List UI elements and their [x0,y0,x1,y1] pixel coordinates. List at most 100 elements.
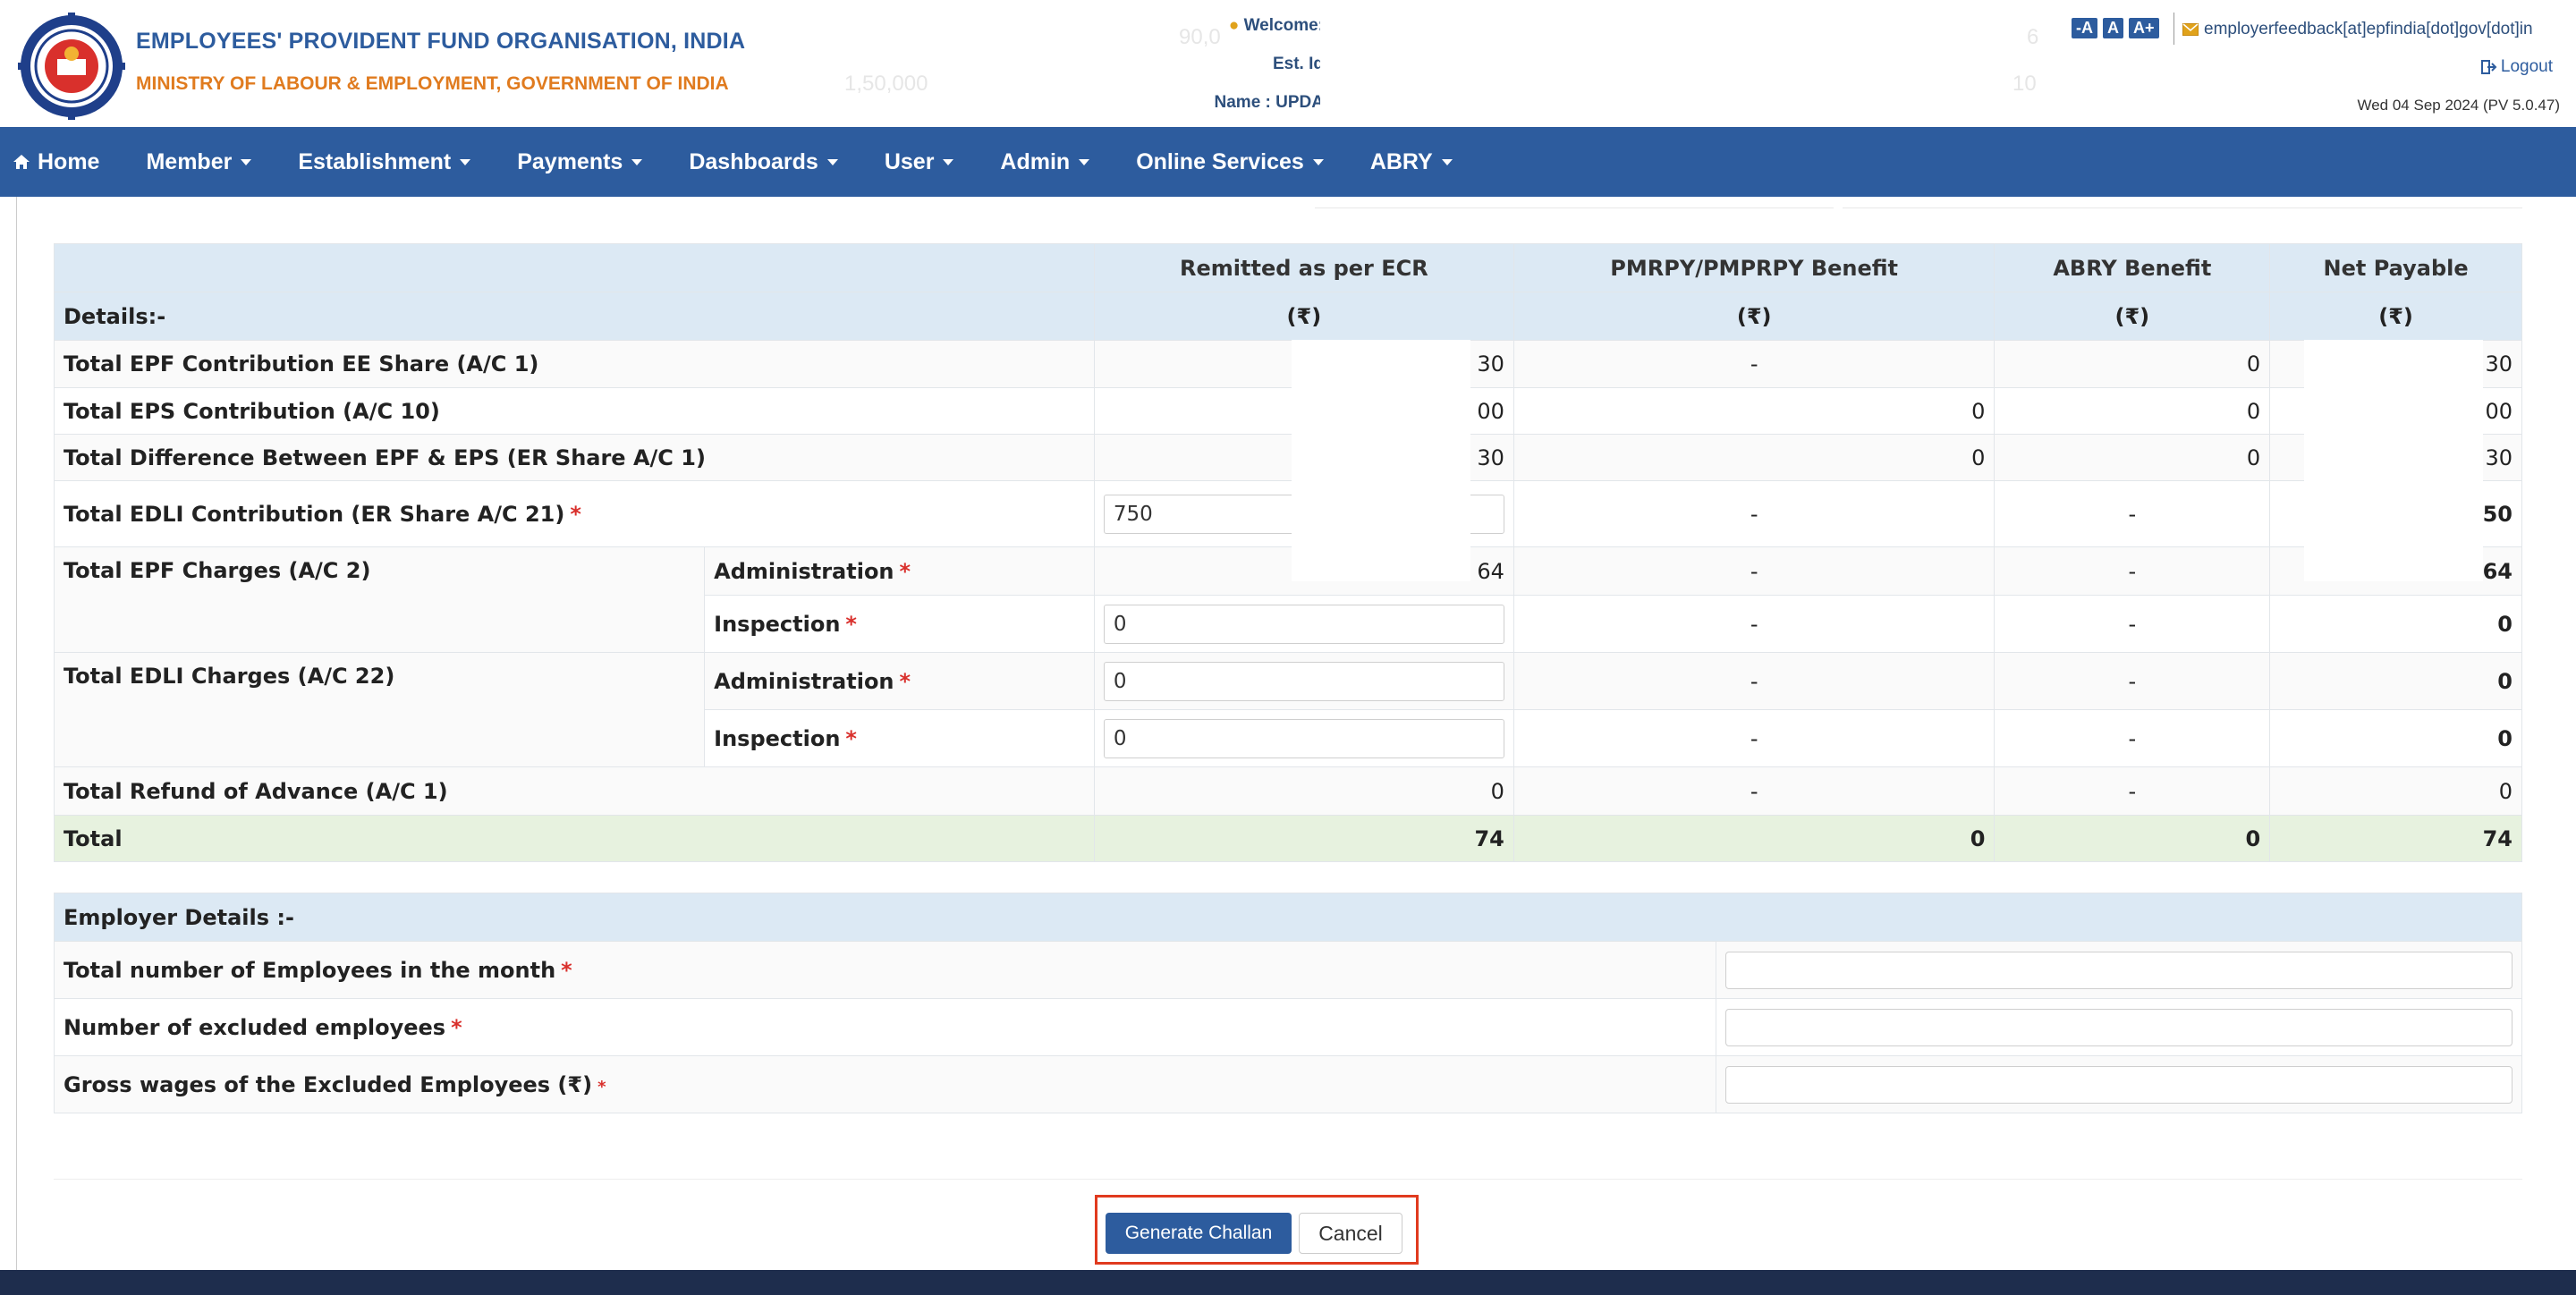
nav-label: Admin [1000,148,1071,174]
required-mark: * [597,1077,606,1096]
edli-admin-input[interactable] [1103,661,1504,701]
nav-payments[interactable]: Payments [517,149,643,175]
row-label: Total EDLI Contribution (ER Share A/C 21… [54,480,1095,547]
nav-label: Member [146,148,233,174]
table-row: Total number of Employees in the month * [54,941,2522,999]
ghost-value: 10 [2012,72,2037,96]
ministry-name: MINISTRY OF LABOUR & EMPLOYMENT, GOVERNM… [136,73,729,94]
nav-home-label: Home [38,148,100,174]
col-header-ecr: Remitted as per ECR [1093,243,1514,292]
pmrpy-value: 0 [1513,387,1996,435]
excluded-employees-input[interactable] [1725,1008,2512,1046]
table-row: Total EPF Charges (A/C 2) Administration… [53,546,2522,653]
caret-down-icon [1441,158,1453,165]
pmrpy-value: - [1513,652,1996,710]
font-decrease-button[interactable]: -A [2072,18,2097,38]
epf-inspection-input[interactable] [1103,604,1504,644]
field-input-cell [1716,941,2522,999]
epfo-logo [18,13,125,120]
net-value: 0 [2269,652,2522,710]
divider [54,1179,2522,1180]
font-normal-button[interactable]: A [2103,18,2123,38]
net-total: 74 [2269,815,2522,862]
site-header: EMPLOYEES' PROVIDENT FUND ORGANISATION, … [0,0,2576,127]
generate-challan-button[interactable]: Generate Challan [1106,1213,1292,1254]
home-icon [13,155,30,169]
required-mark: * [561,957,572,983]
table-row: Total EDLI Contribution (ER Share A/C 21… [54,480,2522,547]
font-increase-button[interactable]: A+ [2129,18,2159,38]
abry-value: - [1994,546,2271,596]
table-row: Total Difference Between EPF & EPS (ER S… [54,434,2522,481]
main-navbar: Home Member Establishment Payments Dashb… [0,127,2576,197]
divider [1315,207,1834,208]
field-label-text: Total number of Employees in the month [64,957,556,983]
field-label-text: Number of excluded employees [64,1014,446,1040]
nav-abry[interactable]: ABRY [1370,149,1453,175]
row-label: Total Difference Between EPF & EPS (ER S… [54,434,1095,481]
abry-value: - [1994,766,2271,816]
field-label-text: Gross wages of the Excluded Employees (₹… [64,1071,593,1097]
table-row: Gross wages of the Excluded Employees (₹… [54,1055,2522,1113]
col-header-pmrpy: PMRPY/PMPRPY Benefit [1513,243,1996,292]
sub-label-text: Administration [714,558,894,584]
abry-value: 0 [1994,340,2271,388]
table-subheader-row: Details:- (₹) (₹) (₹) (₹) [54,292,2522,341]
sub-label: Inspection * [704,709,1095,767]
row-label-text: Total EDLI Contribution (ER Share A/C 21… [64,501,565,527]
required-mark: * [570,501,581,527]
pmrpy-value: 0 [1513,434,1996,481]
ghost-value: 6 [2027,25,2039,49]
nav-home[interactable]: Home [13,149,99,175]
caret-down-icon [631,158,643,165]
nav-establishment[interactable]: Establishment [298,149,471,175]
est-id-label: Est. Id [1272,55,1324,73]
date-version: Wed 04 Sep 2024 (PV 5.0.47) [2357,97,2560,114]
edli-inspection-input[interactable] [1103,718,1504,758]
nav-label: ABRY [1369,148,1433,174]
currency-symbol: (₹) [1093,292,1514,341]
caret-down-icon [826,158,838,165]
required-mark: * [845,611,857,637]
nav-dashboards[interactable]: Dashboards [689,149,838,175]
nav-user[interactable]: User [885,149,954,175]
ghost-value: 1,50,000 [844,72,928,96]
sub-label: Administration * [704,546,1095,596]
name-label: Name : UPDA [1214,93,1324,112]
ecr-input-cell [1093,595,1514,653]
net-value: 0 [2269,766,2522,816]
pmrpy-total: 0 [1513,815,1996,862]
welcome-row: ● Welcome: [1163,16,1324,55]
total-row: Total 74 0 0 74 [54,815,2522,862]
redacted-area [1292,340,1470,581]
footer-bar [0,1270,2576,1295]
col-header-net: Net Payable [2269,243,2522,292]
table-row: Total Refund of Advance (A/C 1) 0 - - 0 [54,766,2522,816]
caret-down-icon [943,158,954,165]
ecr-total: 74 [1093,815,1514,862]
cancel-button[interactable]: Cancel [1299,1213,1402,1254]
nav-online-services[interactable]: Online Services [1136,149,1324,175]
abry-value: - [1994,480,2271,547]
redacted-area [1320,0,1571,127]
total-employees-input[interactable] [1725,951,2512,989]
ecr-value: 0 [1093,766,1514,816]
abry-value: - [1994,652,2271,710]
gross-wages-input[interactable] [1725,1065,2512,1104]
abry-value: 0 [1994,387,2271,435]
net-value: 0 [2269,595,2522,653]
field-input-cell [1716,1055,2522,1113]
field-label: Total number of Employees in the month * [54,941,1716,999]
net-value: 0 [2269,709,2522,767]
logout-link[interactable]: Logout [2480,57,2553,77]
nav-admin[interactable]: Admin [1000,148,1090,175]
ecr-input-cell [1093,652,1514,710]
feedback-link[interactable]: employerfeedback[at]epfindia[dot]gov[dot… [2182,20,2533,39]
empty-header-cell [54,243,1095,292]
required-mark: * [845,725,857,751]
org-name: EMPLOYEES' PROVIDENT FUND ORGANISATION, … [136,29,746,54]
nav-member[interactable]: Member [146,148,252,175]
font-size-controls: -A A A+ [2072,18,2159,38]
table-row: Number of excluded employees * [54,998,2522,1056]
currency-symbol: (₹) [2269,292,2522,341]
